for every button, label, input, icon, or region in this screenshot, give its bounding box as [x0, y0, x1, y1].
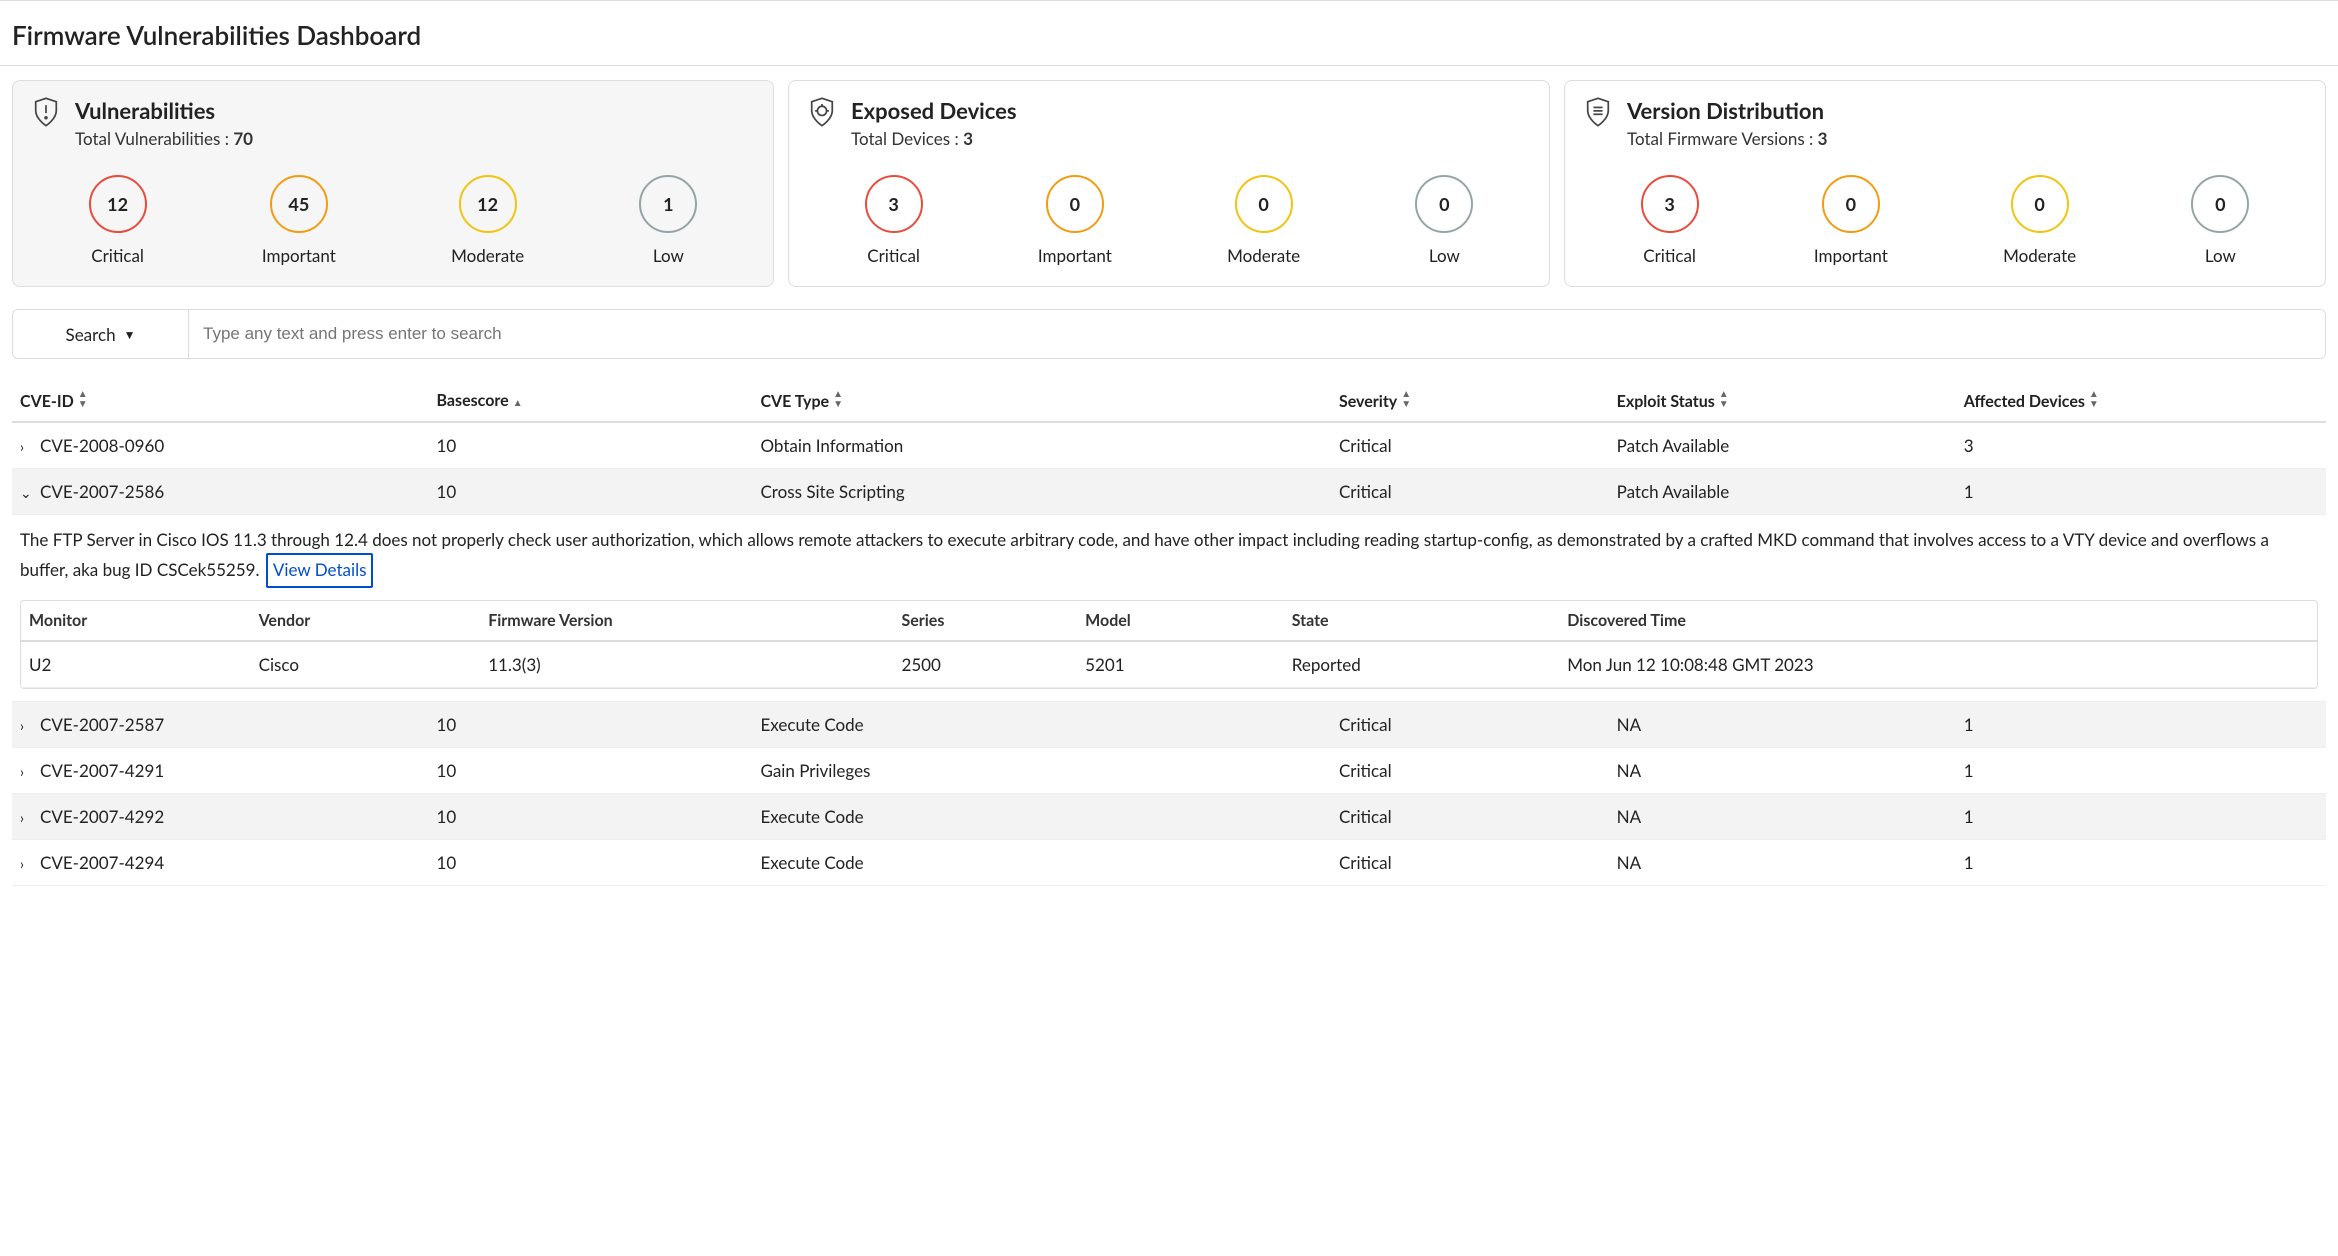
col-state: State — [1284, 601, 1560, 641]
sort-icon: ▲▼ — [2089, 389, 2099, 409]
col-exploit-status[interactable]: Exploit Status▲▼ — [1609, 379, 1956, 422]
affected-devices-table: Monitor Vendor Firmware Version Series M… — [21, 601, 2317, 688]
vulnerabilities-table: CVE-ID▲▼ Basescore▲ CVE Type▲▼ Severity▲… — [12, 379, 2326, 886]
card-title: Version Distribution — [1627, 97, 1828, 124]
sort-icon: ▲▼ — [833, 389, 843, 409]
stat-low[interactable]: 1Low — [639, 175, 697, 266]
table-row[interactable]: ›CVE-2007-2587 10Execute CodeCriticalNA1 — [12, 701, 2326, 747]
shield-bug-icon — [807, 97, 837, 127]
sort-icon: ▲▼ — [1719, 389, 1729, 409]
stat-critical[interactable]: 12Critical — [89, 175, 147, 266]
card-version-distribution[interactable]: Version Distribution Total Firmware Vers… — [1564, 80, 2326, 287]
table-row[interactable]: ›CVE-2008-0960 10Obtain InformationCriti… — [12, 422, 2326, 469]
sort-icon: ▲▼ — [78, 389, 88, 409]
card-subtitle: Total Firmware Versions : 3 — [1627, 128, 1828, 149]
table-row[interactable]: ›CVE-2007-4294 10Execute CodeCriticalNA1 — [12, 839, 2326, 885]
col-model: Model — [1077, 601, 1284, 641]
card-title: Exposed Devices — [851, 97, 1017, 124]
expand-icon[interactable]: › — [20, 438, 34, 455]
expand-icon[interactable]: › — [20, 763, 34, 780]
stat-critical[interactable]: 3Critical — [1641, 175, 1699, 266]
stat-moderate[interactable]: 0Moderate — [2003, 175, 2076, 266]
card-subtitle: Total Devices : 3 — [851, 128, 1017, 149]
view-details-link[interactable]: View Details — [266, 553, 374, 587]
sort-icon: ▲▼ — [1401, 389, 1411, 409]
stat-critical[interactable]: 3Critical — [865, 175, 923, 266]
chevron-down-icon: ▼ — [124, 327, 136, 342]
summary-cards: Vulnerabilities Total Vulnerabilities : … — [0, 66, 2338, 301]
col-affected-devices[interactable]: Affected Devices▲▼ — [1956, 379, 2326, 422]
card-vulnerabilities[interactable]: Vulnerabilities Total Vulnerabilities : … — [12, 80, 774, 287]
search-type-dropdown[interactable]: Search ▼ — [13, 310, 189, 358]
collapse-icon[interactable]: ⌄ — [20, 484, 34, 502]
page-title: Firmware Vulnerabilities Dashboard — [0, 1, 2338, 66]
stat-moderate[interactable]: 0Moderate — [1227, 175, 1300, 266]
col-severity[interactable]: Severity▲▼ — [1331, 379, 1609, 422]
stat-low[interactable]: 0Low — [1415, 175, 1473, 266]
expand-icon[interactable]: › — [20, 717, 34, 734]
col-monitor: Monitor — [21, 601, 251, 641]
stat-important[interactable]: 0Important — [1814, 175, 1888, 266]
table-row[interactable]: ›CVE-2007-4291 10Gain PrivilegesCritical… — [12, 747, 2326, 793]
stat-low[interactable]: 0Low — [2191, 175, 2249, 266]
card-subtitle: Total Vulnerabilities : 70 — [75, 128, 253, 149]
col-series: Series — [893, 601, 1077, 641]
stat-moderate[interactable]: 12Moderate — [451, 175, 524, 266]
search-bar: Search ▼ — [12, 309, 2326, 359]
search-input[interactable] — [189, 310, 2325, 358]
card-title: Vulnerabilities — [75, 97, 253, 124]
table-row[interactable]: ⌄CVE-2007-2586 10Cross Site ScriptingCri… — [12, 469, 2326, 515]
col-cve-type[interactable]: CVE Type▲▼ — [752, 379, 1331, 422]
sort-asc-icon: ▲ — [513, 398, 523, 408]
shield-alert-icon — [31, 97, 61, 127]
device-row: U2 Cisco 11.3(3) 2500 5201 Reported Mon … — [21, 641, 2317, 688]
col-vendor: Vendor — [251, 601, 481, 641]
expanded-detail: The FTP Server in Cisco IOS 11.3 through… — [12, 515, 2326, 702]
stat-important[interactable]: 0Important — [1038, 175, 1112, 266]
table-row[interactable]: ›CVE-2007-4292 10Execute CodeCriticalNA1 — [12, 793, 2326, 839]
expand-icon[interactable]: › — [20, 809, 34, 826]
card-exposed-devices[interactable]: Exposed Devices Total Devices : 3 3Criti… — [788, 80, 1550, 287]
col-cve-id[interactable]: CVE-ID▲▼ — [12, 379, 429, 422]
expand-icon[interactable]: › — [20, 855, 34, 872]
col-basescore[interactable]: Basescore▲ — [429, 379, 753, 422]
stat-important[interactable]: 45Important — [262, 175, 336, 266]
shield-list-icon — [1583, 97, 1613, 127]
col-firmware-version: Firmware Version — [480, 601, 893, 641]
col-discovered-time: Discovered Time — [1559, 601, 2317, 641]
cve-description: The FTP Server in Cisco IOS 11.3 through… — [20, 527, 2318, 588]
